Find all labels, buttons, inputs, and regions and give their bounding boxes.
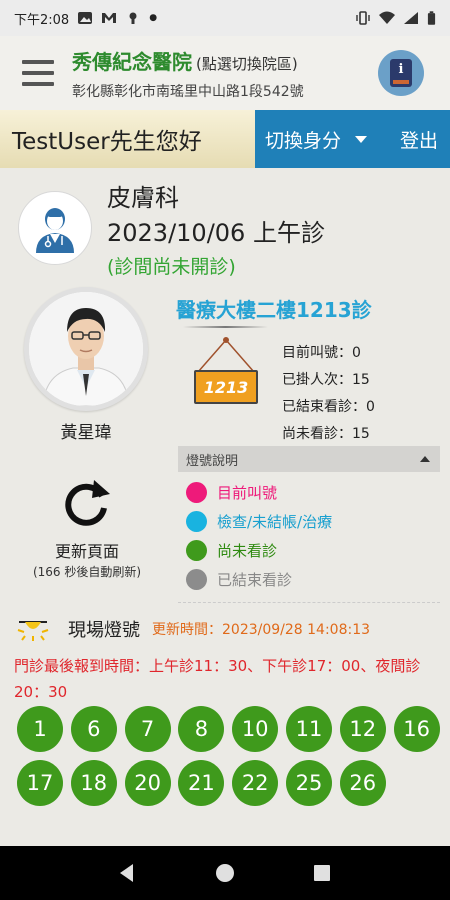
number-badge: 26 bbox=[339, 760, 386, 806]
legend-dot-icon bbox=[186, 482, 207, 503]
queue-stats: 目前叫號：0 已掛人次：15 已結束看診：0 尚未看診：15 bbox=[282, 340, 375, 448]
legend-dot-icon bbox=[186, 569, 207, 590]
stat-waiting: 尚未看診：15 bbox=[282, 426, 370, 442]
refresh-countdown: (166 秒後自動刷新) bbox=[32, 565, 142, 579]
number-badge: 10 bbox=[232, 706, 279, 752]
number-list: 1 6 7 8 10 11 12 16 17 18 20 21 22 25 26 bbox=[17, 706, 441, 806]
image-notification-icon bbox=[78, 12, 93, 24]
number-badge: 21 bbox=[178, 760, 225, 806]
logout-button[interactable]: 登出 bbox=[400, 126, 438, 153]
battery-icon bbox=[427, 10, 436, 25]
legend-toggle[interactable]: 燈號說明 bbox=[178, 446, 440, 472]
stat-current-number: 目前叫號：0 bbox=[282, 345, 361, 361]
last-registration-time: 門診最後報到時間：上午診11：30、下午診17：00、夜間診20：30 bbox=[14, 657, 421, 701]
keyhole-icon bbox=[129, 12, 137, 24]
hospital-name[interactable]: 秀傳紀念醫院 bbox=[72, 46, 192, 75]
legend-dot-icon bbox=[186, 540, 207, 561]
clinic-status: (診間尚未開診) bbox=[107, 256, 236, 278]
status-bar: 下午2:08 ● bbox=[0, 0, 450, 36]
info-icon[interactable]: i bbox=[378, 50, 424, 96]
number-badge: 12 bbox=[339, 706, 386, 752]
mail-notification-icon bbox=[102, 13, 117, 23]
doctor-avatar-icon bbox=[18, 191, 92, 265]
sign-hanger-icon bbox=[197, 337, 255, 373]
status-time: 下午2:08 bbox=[14, 12, 70, 28]
hospital-info[interactable]: 秀傳紀念醫院 (點選切換院區) 彰化縣彰化市南瑤里中山路1段542號 bbox=[72, 46, 304, 101]
stat-finished: 已結束看診：0 bbox=[282, 399, 375, 415]
stat-registered: 已掛人次：15 bbox=[282, 372, 370, 388]
legend-item: 尚未看診 bbox=[186, 536, 440, 565]
system-nav-bar bbox=[0, 846, 450, 900]
light-legend: 燈號說明 目前叫號 檢查/未結帳/治療 尚未看診 已結束看診 bbox=[178, 446, 440, 603]
signal-icon bbox=[404, 12, 418, 24]
refresh-icon[interactable] bbox=[58, 474, 114, 530]
legend-dot-icon bbox=[186, 511, 207, 532]
recents-icon[interactable] bbox=[311, 862, 333, 884]
number-badge: 7 bbox=[124, 706, 171, 752]
number-badge: 17 bbox=[17, 760, 63, 806]
legend-item: 目前叫號 bbox=[186, 478, 440, 507]
legend-item: 檢查/未結帳/治療 bbox=[186, 507, 440, 536]
menu-icon[interactable] bbox=[22, 60, 54, 86]
legend-label: 尚未看診 bbox=[217, 542, 278, 560]
hospital-address: 彰化縣彰化市南瑤里中山路1段542號 bbox=[72, 83, 304, 100]
wifi-icon bbox=[379, 11, 395, 24]
number-badge: 20 bbox=[124, 760, 171, 806]
legend-item: 已結束看診 bbox=[186, 565, 440, 594]
department-name: 皮膚科 bbox=[107, 184, 179, 212]
legend-title: 燈號說明 bbox=[186, 453, 239, 469]
chevron-up-icon bbox=[420, 456, 430, 462]
number-badge: 18 bbox=[70, 760, 117, 806]
number-badge: 16 bbox=[393, 706, 440, 752]
vibrate-icon bbox=[356, 11, 370, 25]
number-badge: 1 bbox=[17, 706, 63, 752]
number-badge: 11 bbox=[285, 706, 332, 752]
doctor-name: 黃星瑋 bbox=[60, 423, 112, 443]
legend-label: 已結束看診 bbox=[217, 571, 293, 589]
user-bar: TestUser先生您好 切換身分 登出 bbox=[0, 110, 450, 168]
number-badge: 6 bbox=[70, 706, 117, 752]
user-actions: 切換身分 登出 bbox=[255, 110, 450, 168]
legend-label: 檢查/未結帳/治療 bbox=[217, 513, 333, 531]
legend-label: 目前叫號 bbox=[217, 484, 278, 502]
switch-branch-link[interactable]: (點選切換院區) bbox=[196, 53, 298, 74]
switch-identity-button[interactable]: 切換身分 bbox=[255, 126, 368, 153]
user-greeting: TestUser先生您好 bbox=[0, 110, 255, 168]
divider bbox=[183, 326, 268, 328]
back-icon[interactable] bbox=[117, 862, 139, 884]
app-header: 秀傳紀念醫院 (點選切換院區) 彰化縣彰化市南瑤里中山路1段542號 i bbox=[0, 36, 450, 110]
lamp-icon bbox=[17, 621, 49, 641]
live-header: 現場燈號 更新時間：2023/09/28 14:08:13 bbox=[16, 616, 370, 642]
legend-list: 目前叫號 檢查/未結帳/治療 尚未看診 已結束看診 bbox=[178, 472, 440, 603]
number-badge: 25 bbox=[285, 760, 332, 806]
update-time: 更新時間：2023/09/28 14:08:13 bbox=[152, 622, 371, 638]
refresh-button[interactable]: 更新頁面 bbox=[12, 538, 162, 562]
chevron-down-icon bbox=[355, 135, 368, 143]
room-title: 醫療大樓二樓1213診 bbox=[176, 298, 372, 322]
switch-identity-label: 切換身分 bbox=[265, 129, 342, 152]
doctor-photo bbox=[24, 287, 148, 411]
home-icon[interactable] bbox=[214, 862, 236, 884]
room-number-sign: 1213 bbox=[194, 370, 258, 404]
number-badge: 22 bbox=[232, 760, 279, 806]
live-title: 現場燈號 bbox=[68, 620, 140, 641]
more-notifications-icon: ● bbox=[149, 13, 158, 23]
clinic-date-session: 2023/10/06 上午診 bbox=[107, 219, 325, 247]
number-badge: 8 bbox=[178, 706, 225, 752]
